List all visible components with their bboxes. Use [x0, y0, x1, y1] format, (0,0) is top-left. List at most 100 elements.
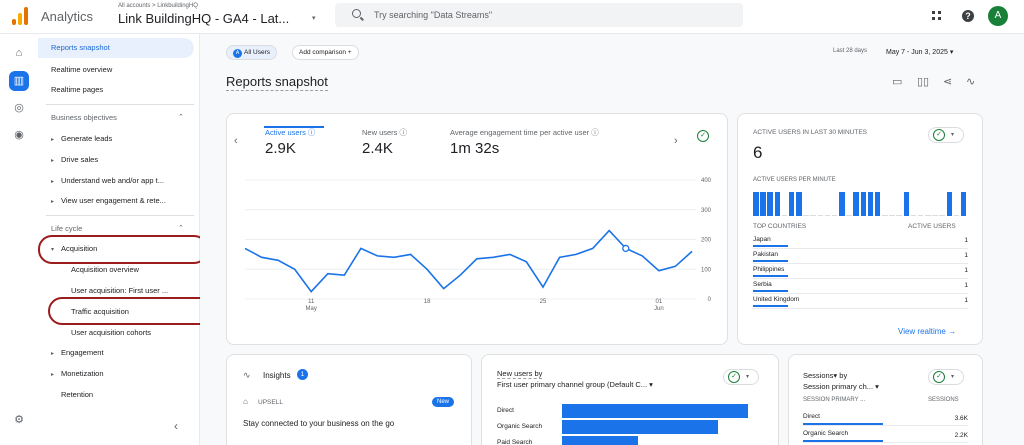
table-row[interactable]: Japan 1 [753, 236, 968, 249]
sidebar: Reports snapshot Realtime overview Realt… [38, 34, 214, 445]
bar[interactable] [562, 436, 638, 445]
table-row[interactable]: United Kingdom 1 [753, 296, 968, 309]
chevron-left-icon[interactable]: ‹ [234, 135, 238, 147]
apps-grid-icon[interactable] [932, 11, 942, 21]
chip-label: All Users [244, 49, 271, 56]
sidebar-item-realtime-pages[interactable]: Realtime pages [38, 80, 194, 100]
date-range-picker[interactable]: May 7 - Jun 3, 2025 ▾ [886, 48, 953, 56]
view-realtime-link[interactable]: View realtime → [898, 327, 956, 336]
explore-icon[interactable]: ◎ [9, 98, 29, 118]
new-users-status-pill[interactable]: ✓ ▾ [723, 369, 759, 385]
row-bar [753, 290, 788, 292]
new-badge: New [432, 397, 454, 407]
chevron-right-icon[interactable]: › [674, 135, 678, 147]
x-tick-label: Jun [654, 306, 664, 312]
x-tick-label: 25 [540, 299, 547, 305]
sidebar-item-user-acquisition-cohorts[interactable]: User acquisition cohorts [38, 323, 194, 343]
sessions-title[interactable]: Sessions▾ by [803, 371, 847, 380]
help-icon[interactable]: ? [962, 10, 974, 22]
sidebar-item-monetization[interactable]: ▸ Monetization [38, 364, 194, 384]
insight-text[interactable]: Stay connected to your business on the g… [243, 419, 394, 428]
advertising-icon[interactable]: ◉ [9, 125, 29, 145]
sidebar-item-user-engagement[interactable]: ▸ View user engagement & rete... [38, 191, 194, 211]
sidebar-item-retention[interactable]: Retention [38, 385, 194, 405]
per-minute-bar [767, 192, 773, 216]
chevron-down-icon: ▾ [951, 132, 955, 138]
country-name: Serbia [753, 281, 772, 288]
active-users-count: 1 [964, 267, 968, 274]
kpi-new-users-label[interactable]: New users ⓘ [362, 127, 407, 138]
table-row[interactable]: Philippines 1 [753, 266, 968, 279]
realtime-status-pill[interactable]: ✓ ▾ [928, 127, 964, 143]
kpi-engagement-value: 1m 32s [450, 140, 500, 157]
home-icon[interactable]: ⌂ [9, 43, 29, 63]
search-input[interactable]: Try searching "Data Streams" [374, 10, 492, 20]
col-session-primary: SESSION PRIMARY ... [803, 397, 866, 403]
comparison-chip-all-users[interactable]: A All Users [226, 45, 278, 60]
table-row[interactable]: Organic Search 2.2K [803, 430, 968, 443]
bar[interactable] [562, 420, 718, 434]
account-breadcrumb[interactable]: All accounts > LinkbuildingHQ [118, 3, 198, 9]
sidebar-item-label: Monetization [61, 369, 104, 378]
per-minute-bar [874, 192, 881, 216]
per-minute-bar [860, 192, 867, 216]
x-tick-label: 18 [424, 299, 431, 305]
per-minute-bar [817, 215, 824, 216]
reports-icon[interactable]: ▥ [9, 71, 29, 91]
active-users-count: 1 [964, 297, 968, 304]
new-users-title[interactable]: New users by [497, 369, 543, 379]
sidebar-item-realtime-overview[interactable]: Realtime overview [38, 60, 194, 80]
sidebar-item-engagement[interactable]: ▸ Engagement [38, 343, 194, 363]
section-business-objectives: Business objectives [51, 113, 117, 122]
avatar[interactable]: A [988, 6, 1008, 26]
x-tick-label: 11 [308, 299, 315, 305]
chevron-down-icon[interactable]: ▾ [312, 14, 316, 22]
edit-icon[interactable]: ▭ [892, 75, 902, 88]
chevron-up-icon[interactable]: ⌃ [178, 224, 184, 232]
sessions-status-pill[interactable]: ✓ ▾ [928, 369, 964, 385]
y-tick-label: 100 [701, 267, 712, 273]
check-icon[interactable]: ✓ [697, 130, 709, 142]
settings-icon[interactable]: ⚙ [9, 410, 29, 430]
data-point[interactable] [622, 244, 630, 253]
per-minute-bar [810, 215, 816, 216]
per-minute-bar [824, 215, 831, 216]
kpi-engagement-label[interactable]: Average engagement time per active user … [450, 127, 599, 138]
kpi-active-users-label[interactable]: Active users ⓘ [265, 127, 315, 138]
tag-icon: ⌂ [243, 397, 248, 406]
sidebar-item-understand-traffic[interactable]: ▸ Understand web and/or app t... [38, 171, 194, 191]
x-tick-label: 01 [656, 299, 663, 305]
chevron-up-icon[interactable]: ⌃ [178, 113, 184, 121]
share-icon[interactable]: ⋖ [943, 75, 952, 88]
sidebar-item-label: Retention [61, 390, 94, 399]
add-comparison-button[interactable]: Add comparison + [292, 45, 359, 60]
table-row[interactable]: Pakistan 1 [753, 251, 968, 264]
compare-icon[interactable]: ▯▯ [917, 75, 929, 88]
table-row[interactable]: Serbia 1 [753, 281, 968, 294]
per-minute-bar [846, 215, 852, 216]
analytics-logo[interactable] [12, 7, 28, 25]
app-name: Analytics [41, 9, 94, 24]
bar[interactable] [562, 404, 748, 418]
sessions-dimension[interactable]: Session primary ch... ▾ [803, 382, 879, 391]
per-minute-bar [803, 215, 809, 216]
chevron-right-icon: ▸ [51, 351, 55, 357]
new-users-dimension[interactable]: First user primary channel group (Defaul… [497, 380, 653, 389]
table-row[interactable]: Direct 3.6K [803, 413, 968, 426]
realtime-title: ACTIVE USERS IN LAST 30 MINUTES [753, 129, 868, 136]
col-sessions: SESSIONS [928, 397, 959, 403]
row-bar [753, 305, 788, 307]
active-users-count: 1 [964, 237, 968, 244]
sidebar-item-reports-snapshot[interactable]: Reports snapshot [38, 38, 194, 58]
sidebar-item-generate-leads[interactable]: ▸ Generate leads [38, 129, 194, 149]
sidebar-item-drive-sales[interactable]: ▸ Drive sales [38, 150, 194, 170]
insights-icon[interactable]: ∿ [966, 75, 975, 88]
bar-label: Direct [497, 407, 514, 414]
per-minute-bar [953, 215, 960, 216]
per-minute-bar [903, 192, 910, 216]
property-selector[interactable]: Link BuildingHQ - GA4 - Lat... [118, 11, 289, 26]
collapse-sidebar-icon[interactable]: ‹ [174, 419, 178, 433]
search-bar[interactable]: Try searching "Data Streams" [335, 3, 743, 27]
bar-label: Paid Search [497, 439, 533, 445]
per-minute-bar [946, 192, 953, 216]
